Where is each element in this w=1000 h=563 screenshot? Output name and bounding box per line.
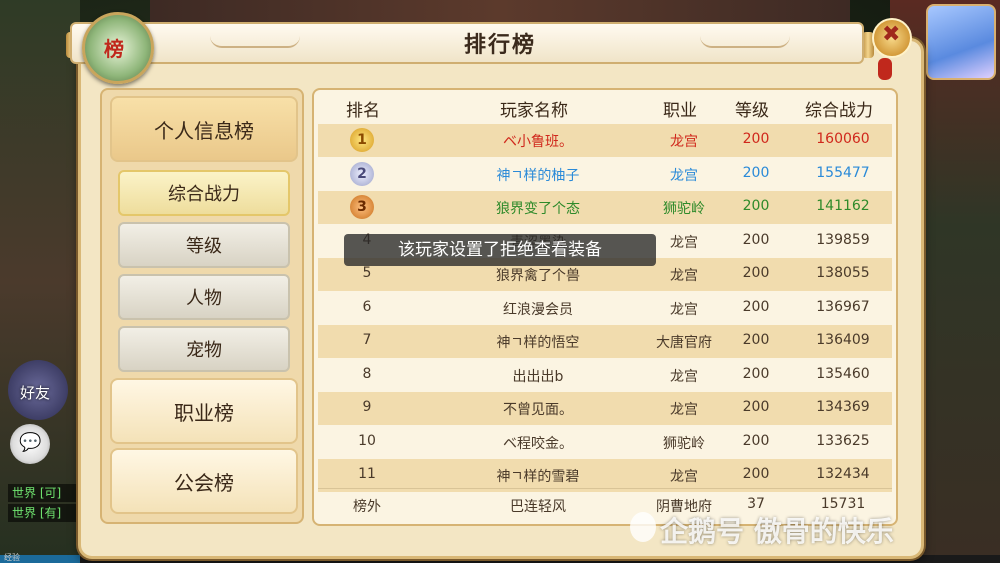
level-cell: 200 xyxy=(742,164,770,181)
close-button[interactable]: ✖ xyxy=(872,18,912,58)
player-name-cell: 神ㄱ样的柚子 xyxy=(496,167,580,184)
toast-message: 该玩家设置了拒绝查看装备 xyxy=(344,234,656,266)
level-cell: 200 xyxy=(742,399,770,415)
subtab-level[interactable]: 等级 xyxy=(118,222,290,268)
job-cell: 龙宫 xyxy=(670,268,698,284)
job-cell: 龙宫 xyxy=(670,167,698,184)
player-name-cell: 狼界变了个态 xyxy=(496,201,580,217)
player-name-cell: ベ小鲁班。 xyxy=(503,134,573,150)
level-cell: 200 xyxy=(742,231,770,248)
player-name-cell: 狼界禽了个兽 xyxy=(496,268,580,284)
rank-cell: 11 xyxy=(358,466,376,482)
rank-cell: 9 xyxy=(362,399,372,415)
subtab-character[interactable]: 人物 xyxy=(118,274,290,320)
header-level: 等级 xyxy=(735,101,769,121)
player-name-cell: 红浪漫会员 xyxy=(503,301,573,318)
rank-medal-icon: 1 xyxy=(350,128,374,152)
self-name: 巴连轻风 xyxy=(510,499,566,515)
table-row[interactable]: 10 ベ程咬金。 狮驼岭 200 133625 xyxy=(318,426,892,459)
job-cell: 狮驼岭 xyxy=(663,435,705,452)
power-cell: 133625 xyxy=(816,432,870,449)
player-name-cell: 不曾见面。 xyxy=(503,402,573,418)
header-job: 职业 xyxy=(663,101,697,121)
power-cell: 136409 xyxy=(816,332,870,348)
power-cell: 160060 xyxy=(816,131,870,147)
table-row[interactable]: 7 神ㄱ样的悟空 大唐官府 200 136409 xyxy=(318,325,892,358)
job-cell: 大唐官府 xyxy=(656,335,712,351)
level-cell: 200 xyxy=(742,466,770,482)
level-cell: 200 xyxy=(742,131,770,147)
power-cell: 139859 xyxy=(816,231,870,248)
level-cell: 200 xyxy=(742,265,770,281)
world-chat-tag-1[interactable]: 世界 [可] xyxy=(8,484,82,502)
chat-bubble-icon: 💬 xyxy=(19,432,42,453)
game-scene-left xyxy=(0,0,80,563)
table-row[interactable]: 2 神ㄱ样的柚子 龙宫 200 155477 xyxy=(318,158,892,191)
level-cell: 200 xyxy=(742,298,770,315)
watermark: 企鹅号 傲骨的快乐 xyxy=(660,515,894,548)
subtab-pet[interactable]: 宠物 xyxy=(118,326,290,372)
rank-medal-icon: 3 xyxy=(350,195,374,219)
subtab-power[interactable]: 综合战力 xyxy=(118,170,290,216)
job-cell: 龙宫 xyxy=(670,134,698,150)
rank-cell: 5 xyxy=(362,265,372,281)
rank-cell: 7 xyxy=(362,332,372,348)
header-name: 玩家名称 xyxy=(500,101,568,121)
category-personal[interactable]: 个人信息榜 xyxy=(110,96,298,162)
job-cell: 龙宫 xyxy=(670,402,698,418)
job-cell: 龙宫 xyxy=(670,469,698,485)
table-row[interactable]: 9 不曾见面。 龙宫 200 134369 xyxy=(318,392,892,425)
level-cell: 200 xyxy=(742,432,770,449)
job-cell: 狮驼岭 xyxy=(663,201,705,217)
tassel-ornament xyxy=(878,58,892,80)
table-row[interactable]: 8 出出出b 龙宫 200 135460 xyxy=(318,359,892,392)
table-row[interactable]: 6 红浪漫会员 龙宫 200 136967 xyxy=(318,292,892,325)
power-cell: 141162 xyxy=(816,198,870,214)
friend-label: 好友 xyxy=(20,384,51,402)
player-name-cell: 出出出b xyxy=(512,368,564,385)
header-rank: 排名 xyxy=(346,101,380,121)
player-name-cell: 神ㄱ样的雪碧 xyxy=(496,469,580,485)
table-row[interactable]: 1 ベ小鲁班。 龙宫 200 160060 xyxy=(318,124,892,157)
leaderboard-badge-icon: 榜 xyxy=(82,12,154,84)
chat-button[interactable]: 💬 xyxy=(10,424,50,464)
ranking-table: 排名 玩家名称 职业 等级 综合战力 1 ベ小鲁班。 龙宫 200 160060 2 神ㄱ样… xyxy=(312,88,898,526)
level-cell: 200 xyxy=(742,332,770,348)
power-cell: 136967 xyxy=(816,298,870,315)
penguin-logo-icon xyxy=(630,512,656,542)
power-cell: 135460 xyxy=(816,365,870,382)
exp-label: 经验 xyxy=(4,553,20,562)
table-row[interactable]: 3 狼界变了个态 狮驼岭 200 141162 xyxy=(318,191,892,224)
category-profession[interactable]: 职业榜 xyxy=(110,378,298,444)
category-sidebar: 个人信息榜 综合战力 等级 人物 宠物 职业榜 公会榜 xyxy=(100,88,304,524)
player-name-cell: ベ程咬金。 xyxy=(503,435,573,452)
game-scene-top xyxy=(150,0,850,24)
rank-cell: 6 xyxy=(362,298,372,315)
header-power: 综合战力 xyxy=(805,101,873,121)
world-chat-tag-2[interactable]: 世界 [有] xyxy=(8,504,82,522)
power-cell: 132434 xyxy=(816,466,870,482)
job-cell: 龙宫 xyxy=(670,301,698,318)
self-rank: 榜外 xyxy=(353,499,381,515)
level-cell: 200 xyxy=(742,198,770,214)
category-guild[interactable]: 公会榜 xyxy=(110,448,298,514)
power-cell: 155477 xyxy=(816,164,870,181)
job-cell: 龙宫 xyxy=(670,368,698,385)
power-cell: 138055 xyxy=(816,265,870,281)
close-icon: ✖ xyxy=(882,22,901,47)
rank-cell: 10 xyxy=(358,432,376,449)
power-cell: 134369 xyxy=(816,399,870,415)
level-cell: 200 xyxy=(742,365,770,382)
rank-medal-icon: 2 xyxy=(350,161,374,186)
player-name-cell: 神ㄱ样的悟空 xyxy=(496,335,580,351)
rank-cell: 8 xyxy=(362,365,372,382)
table-header: 排名 玩家名称 职业 等级 综合战力 xyxy=(314,90,896,122)
